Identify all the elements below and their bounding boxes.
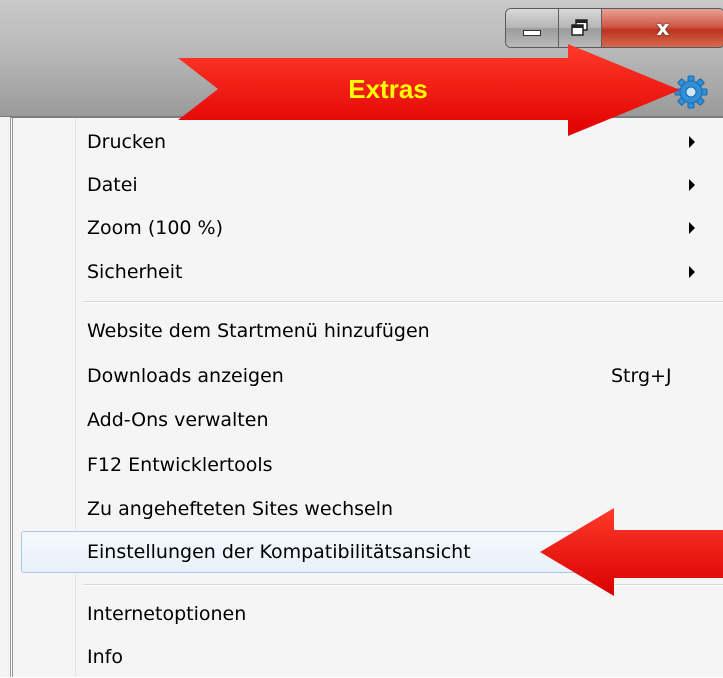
minimize-button[interactable] bbox=[506, 9, 559, 47]
menu-item-label: Add-Ons verwalten bbox=[87, 409, 269, 431]
menu-item-label: Einstellungen der Kompatibilitätsansicht bbox=[87, 541, 471, 563]
menu-item-label: Internetoptionen bbox=[87, 603, 247, 625]
compatibility-annotation-arrow bbox=[540, 508, 723, 596]
submenu-arrow-icon bbox=[689, 222, 695, 234]
menu-item-internet-options[interactable]: Internetoptionen bbox=[21, 593, 723, 635]
window-controls: x bbox=[505, 8, 723, 48]
menu-item-f12-devtools[interactable]: F12 Entwicklertools bbox=[21, 444, 723, 486]
menu-item-add-to-start-menu[interactable]: Website dem Startmenü hinzufügen bbox=[21, 310, 723, 352]
menu-item-label: Datei bbox=[87, 174, 138, 196]
menu-item-info[interactable]: Info bbox=[21, 636, 723, 678]
extras-label: Extras bbox=[348, 74, 428, 104]
close-icon: x bbox=[656, 16, 670, 40]
submenu-arrow-icon bbox=[689, 136, 695, 148]
submenu-arrow-icon bbox=[689, 266, 695, 278]
menu-item-label: Website dem Startmenü hinzufügen bbox=[87, 320, 430, 342]
extras-annotation-arrow: Extras bbox=[178, 44, 680, 136]
menu-item-datei[interactable]: Datei bbox=[21, 164, 723, 206]
close-button[interactable]: x bbox=[602, 9, 723, 47]
menu-item-label: F12 Entwicklertools bbox=[87, 454, 273, 476]
page-content-edge bbox=[0, 117, 11, 677]
menu-item-sicherheit[interactable]: Sicherheit bbox=[21, 251, 723, 293]
shortcut-label: Strg+J bbox=[611, 365, 672, 387]
menu-item-zoom[interactable]: Zoom (100 %) bbox=[21, 207, 723, 249]
menu-item-label: Info bbox=[87, 646, 123, 668]
menu-item-downloads[interactable]: Downloads anzeigen Strg+J bbox=[21, 355, 723, 397]
menu-item-label: Downloads anzeigen bbox=[87, 365, 284, 387]
menu-item-label: Drucken bbox=[87, 131, 166, 153]
menu-item-manage-addons[interactable]: Add-Ons verwalten bbox=[21, 399, 723, 441]
maximize-icon bbox=[571, 19, 588, 36]
menu-separator-highlight bbox=[83, 302, 723, 303]
maximize-button[interactable] bbox=[559, 9, 602, 47]
minimize-icon bbox=[523, 30, 541, 36]
menu-item-label: Zoom (100 %) bbox=[87, 217, 223, 239]
submenu-arrow-icon bbox=[689, 179, 695, 191]
menu-item-label: Zu angehefteten Sites wechseln bbox=[87, 498, 394, 520]
menu-item-label: Sicherheit bbox=[87, 261, 183, 283]
